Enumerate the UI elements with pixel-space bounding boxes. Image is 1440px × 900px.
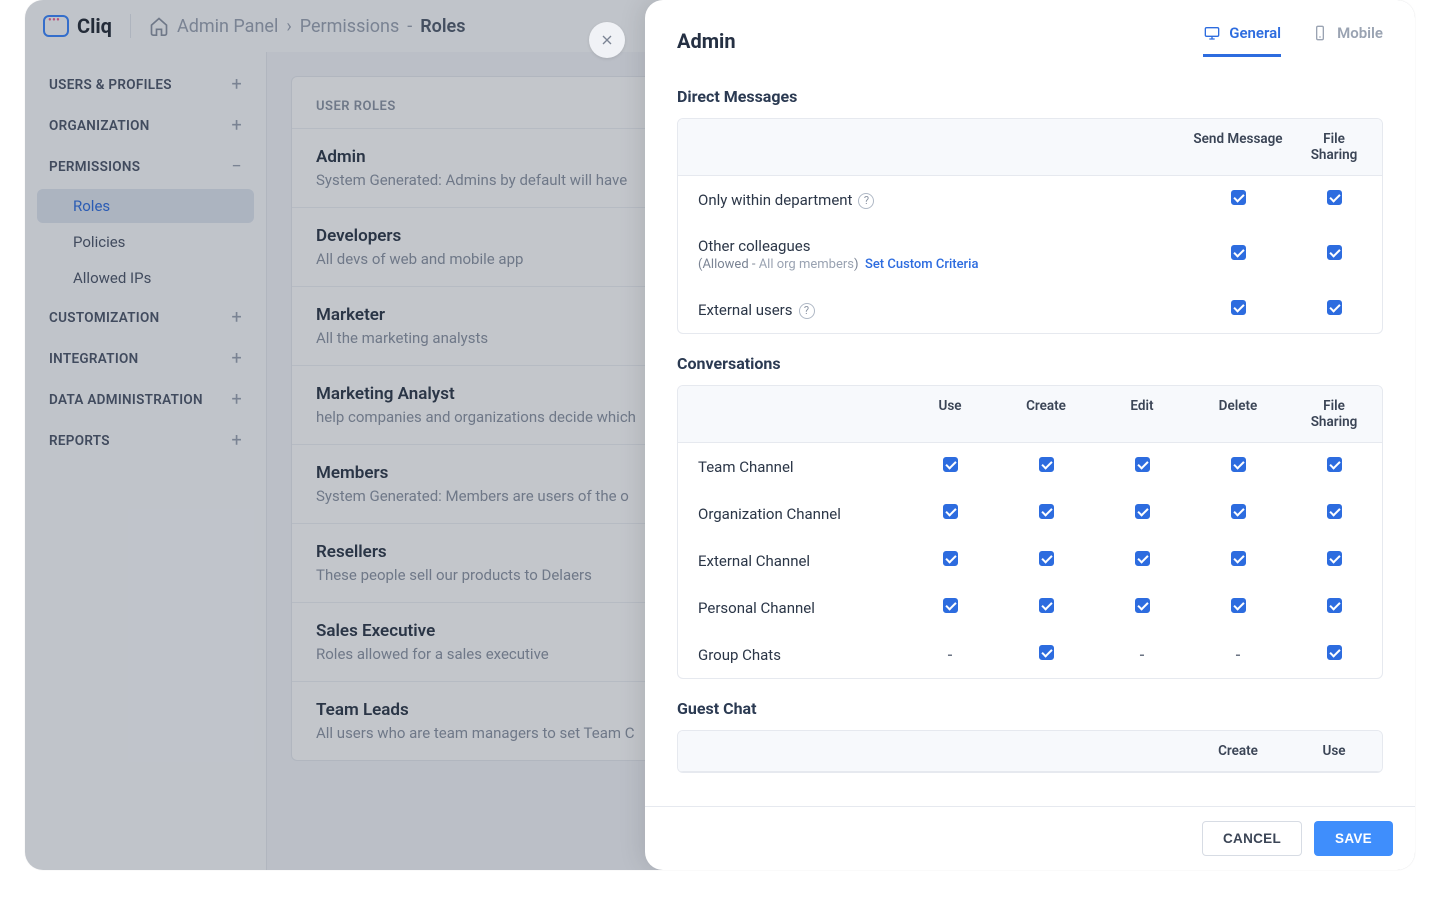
desktop-icon: [1203, 25, 1221, 41]
permission-checkbox[interactable]: [943, 457, 958, 472]
permission-na: -: [947, 646, 953, 664]
perm-row: Personal Channel: [678, 584, 1382, 631]
tab-general[interactable]: General: [1203, 24, 1281, 57]
permission-checkbox[interactable]: [1327, 457, 1342, 472]
permission-na: -: [1235, 646, 1241, 664]
perm-row: External users?: [678, 286, 1382, 333]
column-header: FileSharing: [1286, 119, 1382, 175]
column-header: Edit: [1094, 386, 1190, 442]
perm-subnote: (Allowed - All org members) Set Custom C…: [698, 257, 1190, 272]
perm-label: Other colleagues: [698, 237, 810, 255]
mobile-icon: [1311, 25, 1329, 41]
permission-checkbox[interactable]: [1135, 551, 1150, 566]
perm-row: Group Chats - - -: [678, 631, 1382, 678]
permission-na: -: [1139, 646, 1145, 664]
permission-checkbox[interactable]: [943, 551, 958, 566]
permission-checkbox[interactable]: [1039, 551, 1054, 566]
tab-label: Mobile: [1337, 24, 1383, 42]
perm-label: Team Channel: [698, 458, 794, 476]
permission-checkbox[interactable]: [1327, 300, 1342, 315]
modal-overlay: Admin General Mobile Direct Messages Send…: [25, 0, 1415, 870]
permission-checkbox[interactable]: [1039, 645, 1054, 660]
permission-checkbox[interactable]: [1135, 457, 1150, 472]
role-drawer: Admin General Mobile Direct Messages Send…: [645, 0, 1415, 870]
permission-checkbox[interactable]: [1327, 245, 1342, 260]
column-header: Send Message: [1190, 119, 1286, 175]
permission-checkbox[interactable]: [1327, 551, 1342, 566]
permission-checkbox[interactable]: [1327, 190, 1342, 205]
permission-checkbox[interactable]: [1327, 645, 1342, 660]
perm-label: Personal Channel: [698, 599, 815, 617]
guest-table: CreateUse: [677, 730, 1383, 773]
permission-checkbox[interactable]: [1135, 504, 1150, 519]
section-direct-messages: Direct Messages: [677, 87, 1383, 106]
conv-table: UseCreateEditDeleteFileSharing Team Chan…: [677, 385, 1383, 679]
permission-checkbox[interactable]: [1231, 551, 1246, 566]
close-button[interactable]: [589, 22, 625, 58]
perm-label: Only within department: [698, 191, 852, 209]
column-header: Use: [1286, 731, 1382, 771]
permission-checkbox[interactable]: [1231, 457, 1246, 472]
permission-checkbox[interactable]: [1231, 245, 1246, 260]
permission-checkbox[interactable]: [943, 504, 958, 519]
dm-table: Send MessageFileSharing Only within depa…: [677, 118, 1383, 334]
permission-checkbox[interactable]: [1039, 504, 1054, 519]
perm-row: Other colleagues (Allowed - All org membe…: [678, 223, 1382, 286]
perm-row: External Channel: [678, 537, 1382, 584]
section-conversations: Conversations: [677, 354, 1383, 373]
column-header: Create: [1190, 731, 1286, 771]
permission-checkbox[interactable]: [1327, 504, 1342, 519]
perm-row: Only within department?: [678, 176, 1382, 223]
tab-label: General: [1229, 24, 1281, 42]
permission-checkbox[interactable]: [943, 598, 958, 613]
column-header: Delete: [1190, 386, 1286, 442]
close-icon: [599, 32, 615, 48]
perm-label: External Channel: [698, 552, 810, 570]
help-icon[interactable]: ?: [858, 193, 874, 209]
permission-checkbox[interactable]: [1231, 598, 1246, 613]
permission-checkbox[interactable]: [1039, 457, 1054, 472]
permission-checkbox[interactable]: [1231, 300, 1246, 315]
set-custom-criteria-link[interactable]: Set Custom Criteria: [865, 257, 979, 272]
column-header: Use: [902, 386, 998, 442]
perm-label: External users: [698, 301, 793, 319]
permission-checkbox[interactable]: [1231, 504, 1246, 519]
perm-row: Organization Channel: [678, 490, 1382, 537]
permission-checkbox[interactable]: [1231, 190, 1246, 205]
section-guest-chat: Guest Chat: [677, 699, 1383, 718]
save-button[interactable]: SAVE: [1314, 821, 1393, 856]
perm-label: Group Chats: [698, 646, 781, 664]
cancel-button[interactable]: CANCEL: [1202, 821, 1302, 856]
perm-row: Team Channel: [678, 443, 1382, 490]
permission-checkbox[interactable]: [1327, 598, 1342, 613]
column-header: FileSharing: [1286, 386, 1382, 442]
permission-checkbox[interactable]: [1135, 598, 1150, 613]
tab-mobile[interactable]: Mobile: [1311, 24, 1383, 57]
help-icon[interactable]: ?: [799, 303, 815, 319]
perm-label: Organization Channel: [698, 505, 841, 523]
drawer-title: Admin: [677, 29, 736, 53]
permission-checkbox[interactable]: [1039, 598, 1054, 613]
column-header: Create: [998, 386, 1094, 442]
